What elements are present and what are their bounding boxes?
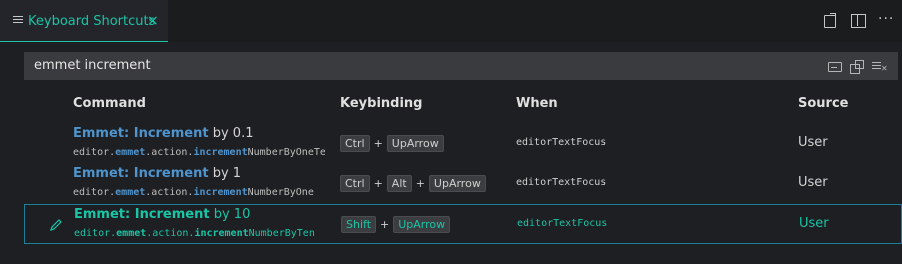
command-title: Emmet: Increment by 0.1: [73, 126, 254, 141]
command-id: editor.emmet.action.incrementNumberByTen: [74, 228, 315, 239]
key-label: UpArrow: [428, 175, 486, 192]
key-label: Shift: [341, 216, 377, 233]
key-label: Ctrl: [340, 175, 370, 192]
keybinding: Ctrl + Alt + UpArrow: [340, 175, 486, 192]
command-id: editor.emmet.action.incrementNumberByOne…: [73, 147, 325, 158]
column-keybinding[interactable]: Keybinding: [340, 96, 422, 111]
tab-keyboard-shortcuts[interactable]: Keyboard Shortcuts ×: [0, 0, 168, 42]
keyboard-icon[interactable]: [828, 60, 842, 72]
key-separator: +: [373, 177, 383, 190]
keybinding: Ctrl + UpArrow: [340, 135, 444, 152]
command-title: Emmet: Increment by 1: [73, 166, 242, 181]
source-value: User: [798, 135, 828, 150]
open-json-icon[interactable]: [822, 12, 838, 28]
close-icon[interactable]: ×: [147, 13, 159, 29]
edit-keybinding-icon[interactable]: [49, 217, 63, 231]
more-actions-icon[interactable]: ···: [878, 12, 894, 28]
clear-filter-icon[interactable]: ✕: [872, 60, 888, 73]
when-clause: editorTextFocus: [516, 137, 607, 148]
key-separator: +: [373, 137, 383, 150]
search-query[interactable]: emmet increment: [34, 58, 151, 73]
key-label: Alt: [386, 175, 412, 192]
key-separator: +: [415, 177, 425, 190]
command-title: Emmet: Increment by 10: [74, 207, 251, 222]
source-value: User: [799, 216, 829, 231]
when-clause: editorTextFocus: [517, 218, 608, 229]
table-row[interactable]: Emmet: Increment by 1 editor.emmet.actio…: [24, 164, 902, 204]
column-when[interactable]: When: [516, 96, 558, 111]
table-row-selected[interactable]: Emmet: Increment by 10 editor.emmet.acti…: [24, 204, 902, 244]
key-label: UpArrow: [386, 135, 444, 152]
table-header: Command Keybinding When Source: [0, 96, 902, 116]
key-separator: +: [380, 218, 390, 231]
keybinding: Shift + UpArrow: [341, 216, 451, 233]
tab-title: Keyboard Shortcuts: [28, 14, 156, 29]
column-command[interactable]: Command: [73, 96, 146, 111]
editor-actions: ···: [822, 12, 894, 28]
command-id: editor.emmet.action.incrementNumberByOne: [73, 187, 314, 198]
keyboard-shortcuts-icon: [13, 16, 23, 26]
record-keys-icon[interactable]: [850, 60, 864, 74]
column-source[interactable]: Source: [798, 96, 848, 111]
source-value: User: [798, 175, 828, 190]
key-label: Ctrl: [340, 135, 370, 152]
split-editor-icon[interactable]: [850, 12, 866, 28]
when-clause: editorTextFocus: [516, 177, 607, 188]
key-label: UpArrow: [393, 216, 451, 233]
search-input[interactable]: emmet increment ✕: [24, 52, 898, 80]
table-row[interactable]: Emmet: Increment by 0.1 editor.emmet.act…: [24, 124, 902, 164]
tab-bar: Keyboard Shortcuts × ···: [0, 0, 902, 42]
